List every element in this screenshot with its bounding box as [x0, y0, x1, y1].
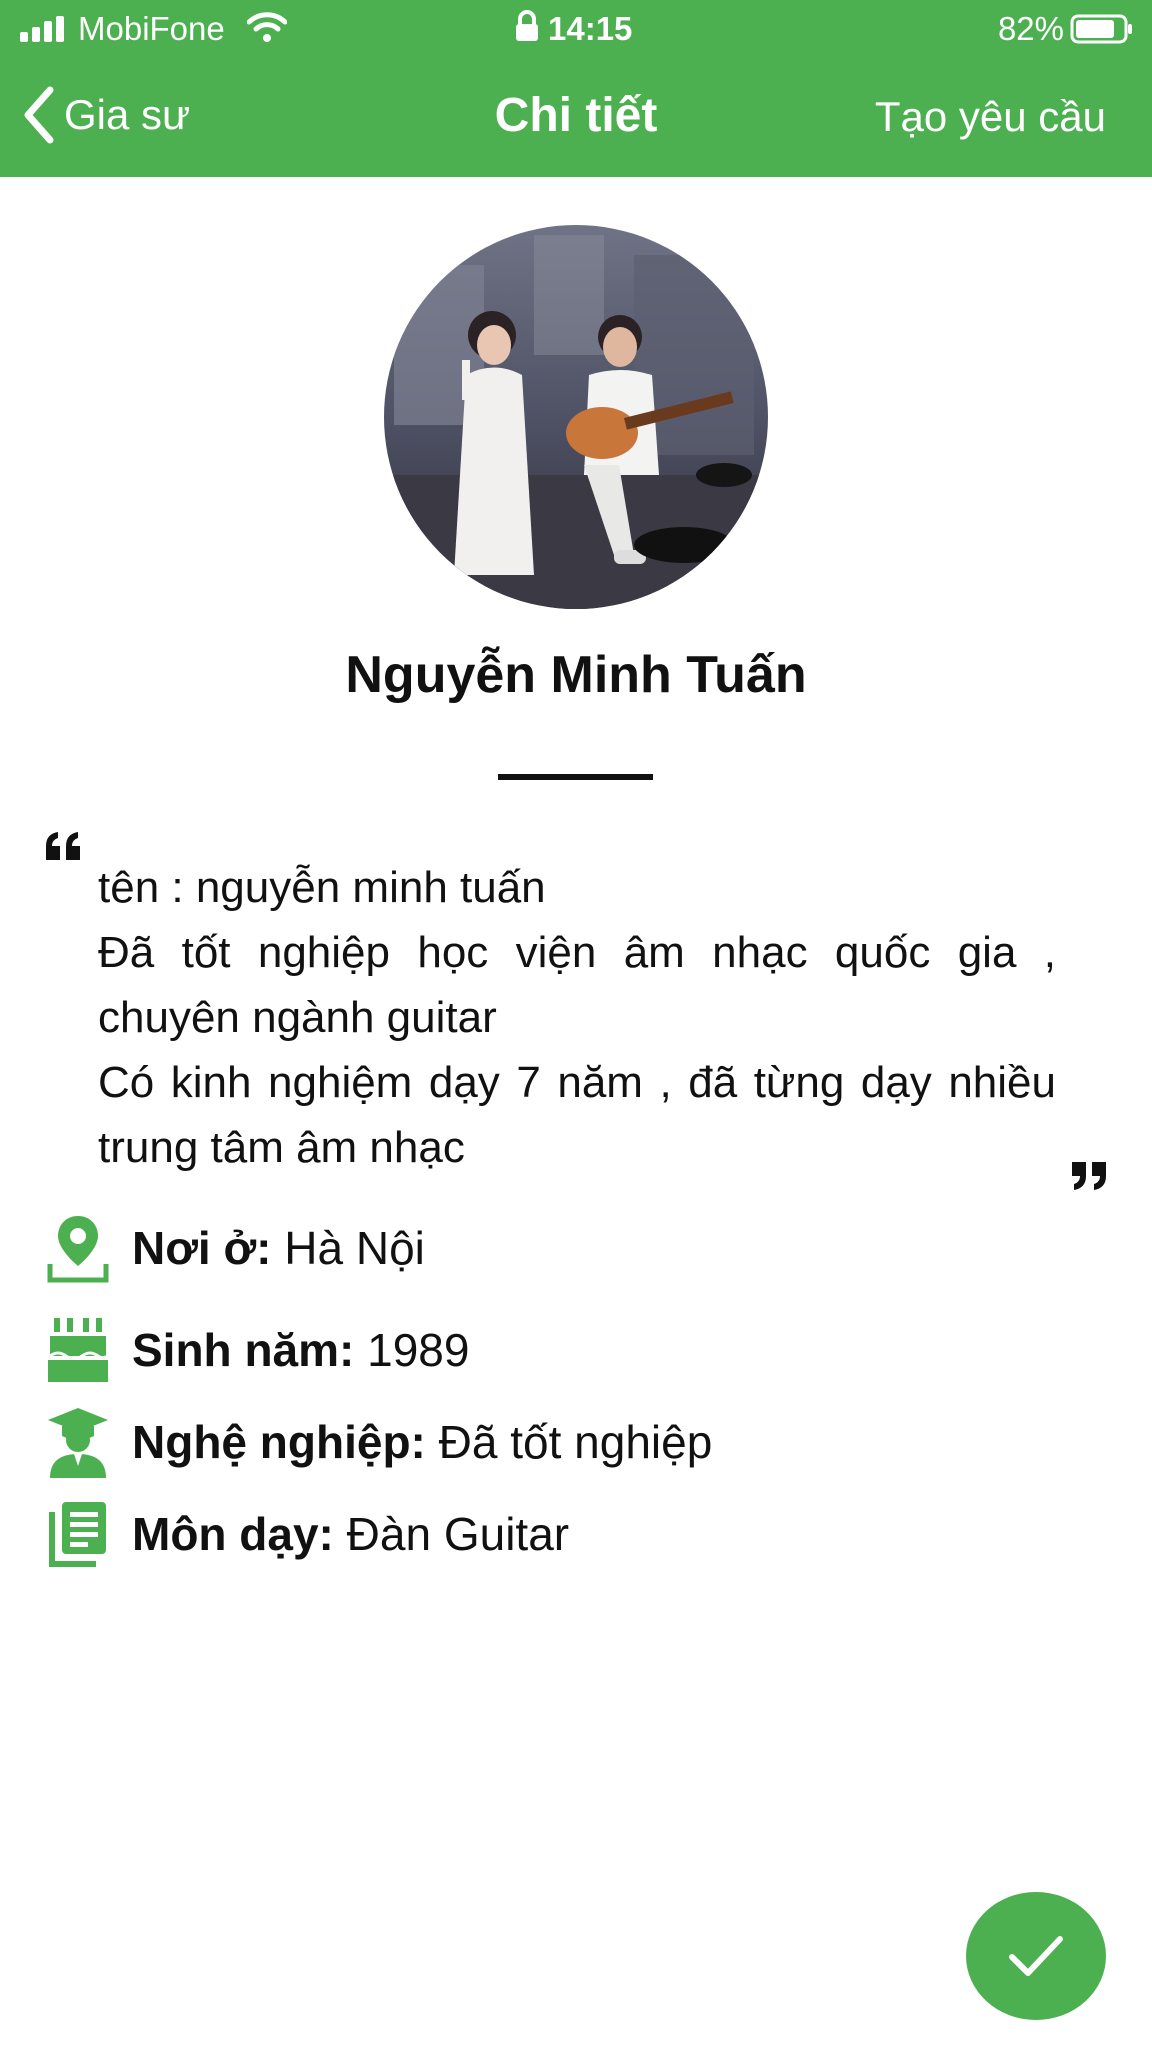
tutor-name: Nguyễn Minh Tuấn — [345, 646, 807, 704]
detail-value: Đã tốt nghiệp — [438, 1416, 713, 1468]
name-divider — [498, 774, 653, 780]
birthday-cake-icon — [46, 1314, 110, 1386]
detail-label: Sinh năm: — [132, 1324, 355, 1376]
detail-value: 1989 — [367, 1324, 470, 1376]
detail-occupation: Nghệ nghiệp: Đã tốt nghiệp — [46, 1402, 712, 1482]
detail-birth-year: Sinh năm: 1989 — [46, 1310, 469, 1390]
orientation-lock-icon — [516, 10, 538, 41]
carrier-name: MobiFone — [78, 10, 225, 47]
bio-line: Đã tốt nghiệp học viện âm nhạc quốc gia … — [98, 928, 1056, 1042]
status-bar: MobiFone 14:15 82% — [0, 0, 1152, 58]
create-request-button[interactable]: Tạo yêu cầu — [875, 93, 1106, 141]
open-quote-icon — [46, 832, 80, 860]
detail-value: Đàn Guitar — [346, 1508, 570, 1560]
app-header: MobiFone 14:15 82% Gia sư Chi tiết Tạo y… — [0, 0, 1152, 177]
confirm-button[interactable] — [966, 1892, 1106, 2020]
subject-book-icon — [46, 1498, 110, 1570]
battery-percent: 82% — [997, 10, 1064, 47]
detail-value: Hà Nội — [284, 1222, 425, 1274]
wifi-icon — [247, 12, 287, 42]
detail-label: Nghệ nghiệp: — [132, 1416, 426, 1468]
graduate-icon — [46, 1406, 110, 1478]
avatar-photo — [384, 225, 768, 609]
status-time: 14:15 — [548, 10, 633, 47]
detail-subject: Môn dạy: Đàn Guitar — [46, 1494, 569, 1574]
tutor-bio: tên : nguyễn minh tuấn Đã tốt nghiệp học… — [98, 855, 1056, 1180]
battery-icon — [1070, 14, 1132, 44]
detail-label: Môn dạy: — [132, 1508, 334, 1560]
tutor-avatar[interactable] — [384, 225, 768, 609]
location-pin-icon — [46, 1212, 110, 1284]
close-quote-icon — [1072, 1162, 1106, 1190]
cellular-signal-icon — [20, 16, 64, 42]
bio-line: Có kinh nghiệm dạy 7 năm , đã từng dạy n… — [98, 1058, 1056, 1172]
bio-line: tên : nguyễn minh tuấn — [98, 863, 546, 912]
detail-label: Nơi ở: — [132, 1222, 272, 1274]
detail-residence: Nơi ở: Hà Nội — [46, 1208, 425, 1288]
checkmark-icon — [1009, 1936, 1063, 1976]
